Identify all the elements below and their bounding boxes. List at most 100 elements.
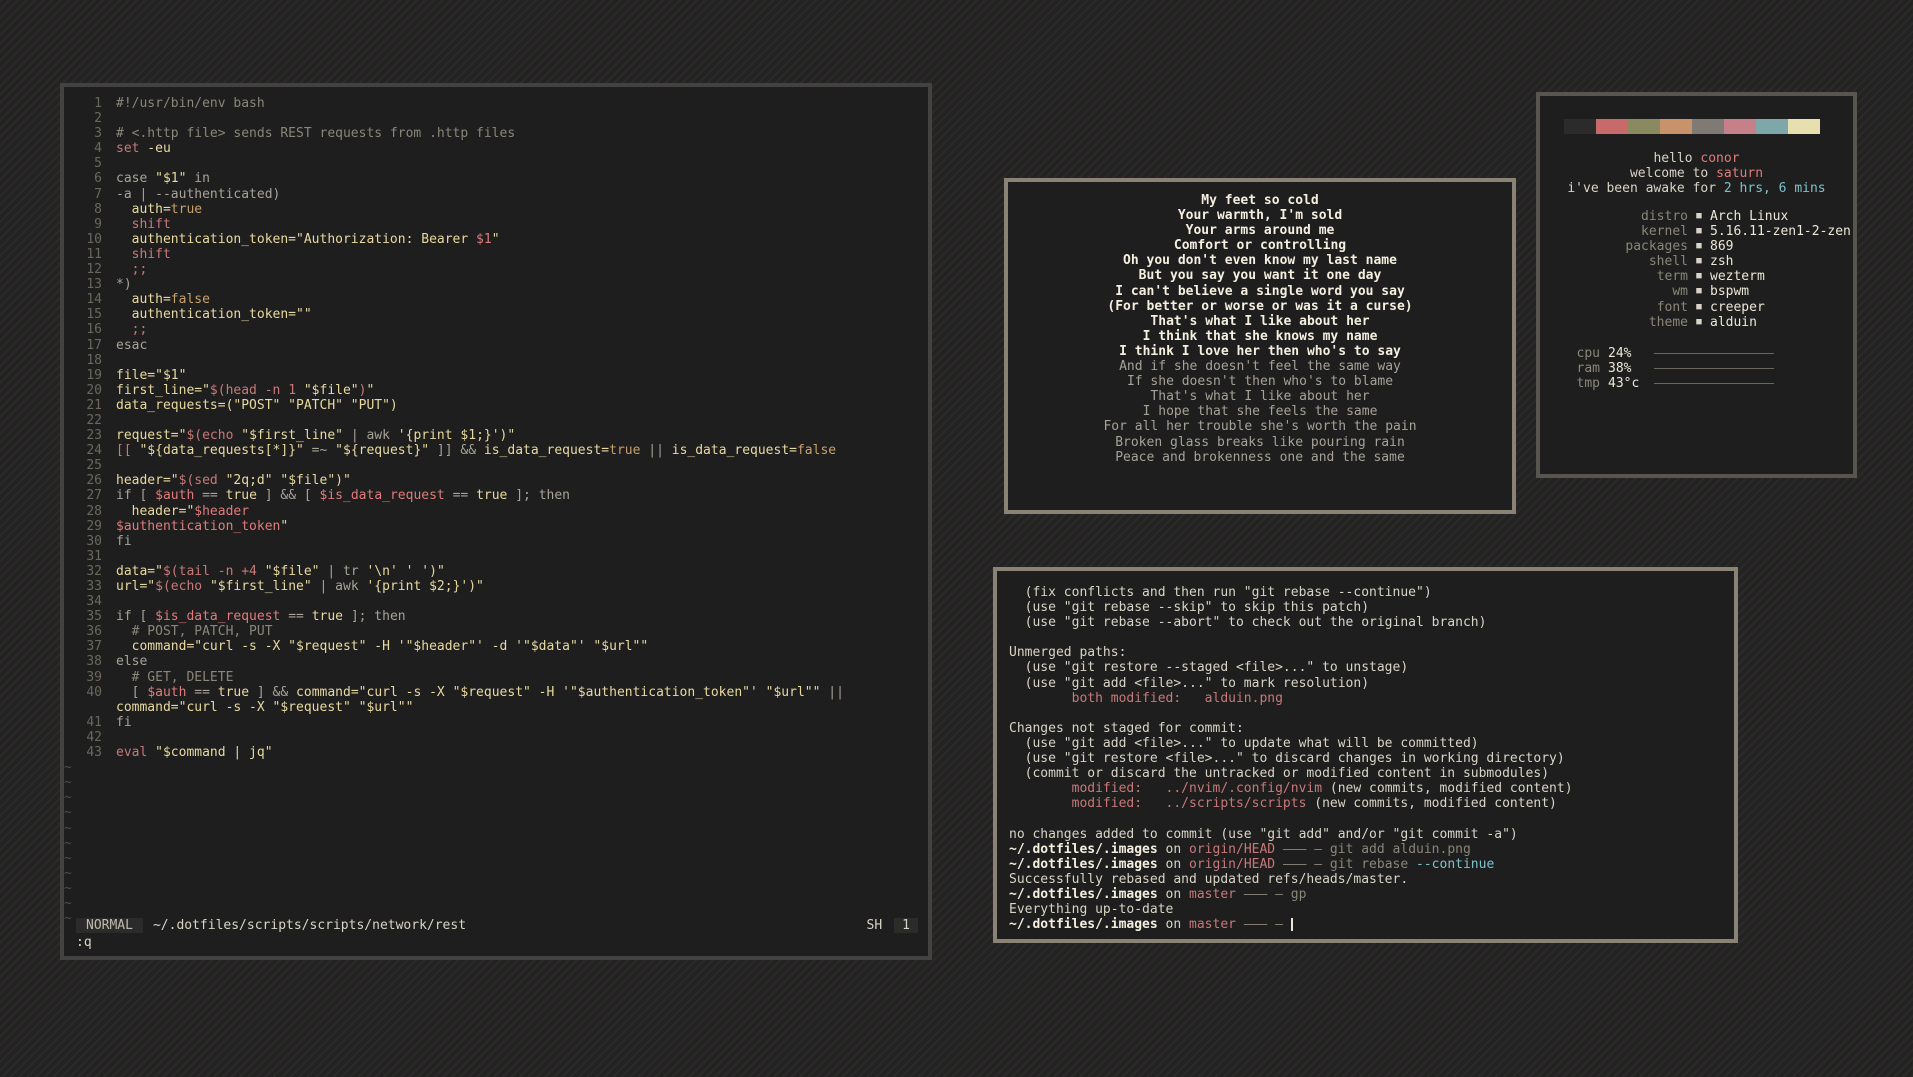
code-token: $1 <box>476 231 492 247</box>
line-number: 4 <box>94 141 102 157</box>
editor-window[interactable]: 1 #!/usr/bin/env bash 2 3 # <.http file> sen… <box>60 83 932 960</box>
code-text: command="curl -s -X "$request" "$url"" <box>116 700 413 715</box>
lyric-line: That's what I like about her <box>1150 389 1370 405</box>
terminal-line: (fix conflicts and then run "git rebase … <box>1009 585 1726 600</box>
code-line: 42 <box>78 730 920 745</box>
code-line: 4 set -eu <box>78 141 920 156</box>
code-text: *) <box>116 277 132 292</box>
line-number: 23 <box>86 428 102 444</box>
code-token: case <box>116 171 156 187</box>
code-token: #!/usr/bin/env bash <box>116 96 265 111</box>
code-text: set -eu <box>116 141 171 156</box>
code-token: true <box>311 609 343 625</box>
tilde-marker: ~ <box>64 865 72 881</box>
empty-line-marker: ~ <box>64 881 920 896</box>
code-token: | awk <box>311 579 367 594</box>
code-line: 39 # GET, DELETE <box>78 670 920 685</box>
code-token: true <box>225 488 257 504</box>
code-token: data_requests=("POST" "PATCH" "PUT") <box>116 397 398 413</box>
line-number: 30 <box>86 533 102 549</box>
line-number: 17 <box>86 337 102 353</box>
code-line: 6 case "$1" in <box>78 171 920 186</box>
code-line: 25 <box>78 458 920 473</box>
empty-line-marker: ~ <box>64 836 920 851</box>
code-token: # <.http file> sends REST requests from … <box>116 126 516 142</box>
code-token: true <box>217 684 250 700</box>
lyric-line: Comfort or controlling <box>1173 238 1347 254</box>
stat-row: tmp 43°c <box>1540 376 1774 391</box>
terminal-token: ~/.dotfiles/.images <box>1009 841 1158 857</box>
terminal-token: ~/.dotfiles/.images <box>1009 856 1158 872</box>
terminal-token: git add alduin.png <box>1329 841 1471 857</box>
color-palette <box>1564 119 1820 134</box>
terminal-token: origin/HEAD <box>1189 856 1276 872</box>
terminal-token: Everything up-to-date <box>1009 901 1174 917</box>
code-line: 24 [[ "${data_requests[*]}" =~ "${request… <box>78 443 920 458</box>
info-value: wezterm <box>1710 269 1765 285</box>
lyric-line: My feet so cold <box>1201 193 1319 208</box>
terminal-token: on <box>1157 856 1190 872</box>
terminal-window[interactable]: (fix conflicts and then run "git rebase … <box>993 567 1738 943</box>
terminal-line: Successfully rebased and updated refs/he… <box>1009 872 1726 887</box>
code-line: 1 #!/usr/bin/env bash <box>78 96 920 111</box>
code-text: ;; <box>116 262 148 277</box>
info-row: shell ■ zsh <box>1540 254 1851 269</box>
terminal-line: (use "git rebase --abort" to check out t… <box>1009 615 1726 630</box>
code-text: data_requests=("POST" "PATCH" "PUT") <box>116 398 398 413</box>
line-number: 37 <box>86 639 102 655</box>
code-text: eval "$command | jq" <box>116 745 273 760</box>
command-line[interactable]: :q <box>76 935 92 950</box>
code-line: 27 if [ $auth == true ] && [ $is_data_req… <box>78 488 920 503</box>
lyric-line: I can't believe a single word you say <box>1115 283 1405 299</box>
code-token: =~ <box>303 443 336 459</box>
code-token: )" <box>335 473 351 489</box>
code-text: [[ "${data_requests[*]}" =~ "${request}"… <box>116 443 836 458</box>
lyric-line: Your warmth, I'm sold <box>1177 208 1343 224</box>
code-line: 36 # POST, PATCH, PUT <box>78 624 920 639</box>
color-swatch <box>1596 119 1628 134</box>
code-area[interactable]: 1 #!/usr/bin/env bash 2 3 # <.http file> sen… <box>64 96 920 926</box>
line-number: 9 <box>94 216 102 232</box>
code-text: [ $auth == true ] && command="curl -s -X… <box>116 685 844 700</box>
stat-key: ram <box>1576 361 1600 377</box>
terminal-token: modified: ../scripts/scripts <box>1009 796 1315 812</box>
text-cursor[interactable] <box>1290 918 1293 932</box>
code-token: false <box>796 443 837 459</box>
code-token: fi <box>116 533 132 549</box>
line-number: 34 <box>86 594 102 610</box>
code-token: -eu <box>139 141 171 157</box>
terminal-line: both modified: alduin.png <box>1009 691 1726 706</box>
code-line: 35 if [ $is_data_request == true ]; then <box>78 609 920 624</box>
line-number: 39 <box>86 669 102 685</box>
lyrics-text: My feet so cold Your warmth, I'm sold Your… <box>1008 193 1512 465</box>
code-token: ] && <box>249 684 297 700</box>
filetype-label: SH <box>866 917 883 933</box>
line-number: 7 <box>94 186 102 202</box>
lyric-line: That's what I like about her <box>1150 313 1370 329</box>
code-line: 9 shift <box>78 217 920 232</box>
line-number: 41 <box>86 714 102 730</box>
bullet-icon: ■ <box>1696 286 1702 297</box>
lyric-line: I think that she knows my name <box>1142 328 1378 344</box>
terminal-output[interactable]: (fix conflicts and then run "git rebase … <box>1009 585 1726 932</box>
code-line: 40 [ $auth == true ] && command="curl -s… <box>78 685 920 700</box>
code-token: == <box>280 609 312 625</box>
terminal-token: (use "git add <file>..." to update what … <box>1009 735 1479 751</box>
line-number: 27 <box>86 488 102 504</box>
lyric-line: And if she doesn't feel the same way <box>1119 359 1401 375</box>
code-token: ] && [ <box>256 488 320 504</box>
line-number: 19 <box>86 367 102 383</box>
code-token: is_data_request= <box>483 443 610 459</box>
terminal-line: ~/.dotfiles/.images on origin/HEAD ——— –… <box>1009 857 1726 872</box>
code-token: auth= <box>116 201 171 217</box>
terminal-token: (fix conflicts and then run "git rebase … <box>1009 585 1432 600</box>
code-line: 3 # <.http file> sends REST requests from… <box>78 126 920 141</box>
code-text: # POST, PATCH, PUT <box>116 624 273 639</box>
code-token: command="curl -s -X "$request" -H '"$aut… <box>296 684 821 700</box>
terminal-token: (use "git restore --staged <file>..." to… <box>1009 660 1409 676</box>
code-token: | tr <box>319 563 367 579</box>
code-line: 30 fi <box>78 534 920 549</box>
info-value: alduin <box>1710 314 1757 330</box>
code-text: # GET, DELETE <box>116 670 234 685</box>
